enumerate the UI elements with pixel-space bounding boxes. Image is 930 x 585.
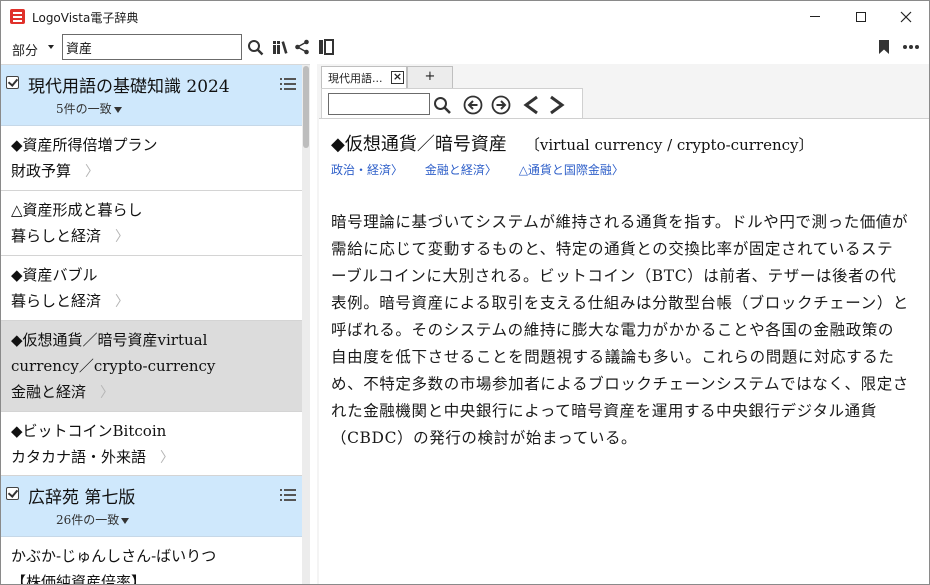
article-body: 暗号理論に基づいてシステムが維持される通貨を指す。ドルや円で測った価値が需給に応… bbox=[331, 213, 909, 447]
entry-title: かぶか‐じゅんしさん‐ばいりつ bbox=[11, 547, 217, 565]
category-link[interactable]: 政治・経済〉 bbox=[331, 163, 403, 177]
article-categories: 政治・経済〉 金融と経済〉 △通貨と国際金融〉 bbox=[331, 160, 917, 180]
close-icon bbox=[900, 11, 912, 22]
panel-layout-icon bbox=[319, 39, 334, 55]
find-button[interactable] bbox=[432, 95, 452, 115]
result-entry[interactable]: ◆資産バブル 暮らしと経済〉 bbox=[1, 256, 302, 321]
entry-category: 【株価純資産倍率】 bbox=[11, 573, 147, 585]
dictionary-title: 現代用語の基礎知識 2024 bbox=[28, 77, 230, 97]
result-entry[interactable]: △資産形成と暮らし 暮らしと経済〉 bbox=[1, 191, 302, 256]
chevron-right-icon: 〉 bbox=[115, 294, 130, 310]
dictionary-checkbox[interactable] bbox=[6, 76, 19, 89]
back-button[interactable] bbox=[520, 95, 542, 115]
title-bar: LogoVista電子辞典 bbox=[1, 1, 929, 32]
tab-dictionary[interactable]: 現代用語... × bbox=[321, 66, 407, 88]
tab-close-icon[interactable]: × bbox=[391, 71, 404, 84]
caret-down-icon bbox=[113, 106, 122, 113]
match-count-dropdown[interactable]: 26件の一致 bbox=[56, 511, 130, 528]
entry-category: 財政予算〉 bbox=[11, 162, 100, 180]
headword-english: 〔virtual currency / crypto-currency〕 bbox=[524, 136, 814, 154]
results-pane: 現代用語の基礎知識 2024 5件の一致 ◆資産所得倍増プラン 財政予算〉 △資… bbox=[1, 64, 310, 585]
circle-arrow-right-icon bbox=[491, 95, 511, 115]
dictionary-group-header[interactable]: 現代用語の基礎知識 2024 5件の一致 bbox=[1, 65, 302, 126]
more-dots-icon bbox=[903, 45, 919, 49]
window-title: LogoVista電子辞典 bbox=[32, 11, 139, 25]
maximize-icon bbox=[856, 11, 866, 22]
result-entry[interactable]: かぶか‐じゅんしさん‐ばいりつ 【株価純資産倍率】 bbox=[1, 537, 302, 585]
chevron-right-icon: 〉 bbox=[85, 164, 100, 180]
scrollbar-thumb[interactable] bbox=[303, 66, 309, 148]
entry-category: 暮らしと経済〉 bbox=[11, 227, 130, 245]
maximize-button[interactable] bbox=[838, 1, 884, 32]
new-tab-button[interactable]: + bbox=[407, 66, 453, 88]
entry-title: ◆資産所得倍増プラン bbox=[11, 136, 158, 154]
chevron-right-icon bbox=[550, 95, 565, 115]
magnifier-icon bbox=[247, 39, 263, 55]
minimize-button[interactable] bbox=[792, 1, 838, 32]
list-view-icon[interactable] bbox=[280, 489, 296, 501]
results-scrollbar[interactable] bbox=[302, 65, 310, 584]
library-button[interactable] bbox=[271, 37, 289, 57]
app-logo-icon bbox=[10, 9, 25, 24]
entry-title: △資産形成と暮らし bbox=[11, 201, 143, 219]
result-entry[interactable]: ◆ビットコインBitcoin カタカナ語・外来語〉 bbox=[1, 412, 302, 476]
chevron-right-icon: 〉 bbox=[100, 385, 115, 401]
main-toolbar: 部分 bbox=[1, 32, 929, 62]
article-headword: ◆仮想通貨／暗号資産 〔virtual currency / crypto-cur… bbox=[331, 132, 917, 158]
results-list[interactable]: 現代用語の基礎知識 2024 5件の一致 ◆資産所得倍増プラン 財政予算〉 △資… bbox=[1, 65, 302, 585]
entry-title: ◆仮想通貨／暗号資産virtual currency／crypto-curren… bbox=[11, 331, 216, 375]
magnifier-icon bbox=[433, 96, 451, 114]
chevron-right-icon: 〉 bbox=[115, 229, 130, 245]
match-count: 26件の一致 bbox=[56, 513, 120, 527]
chevron-left-icon bbox=[523, 95, 538, 115]
more-options-button[interactable] bbox=[901, 37, 921, 57]
entry-title: ◆ビットコインBitcoin bbox=[11, 422, 167, 440]
dictionary-checkbox[interactable] bbox=[6, 487, 19, 500]
circle-arrow-left-icon bbox=[463, 95, 483, 115]
search-input[interactable] bbox=[62, 34, 242, 60]
minimize-icon bbox=[810, 16, 820, 17]
tab-bar: 現代用語... × + bbox=[317, 64, 929, 88]
headword-text: ◆仮想通貨／暗号資産 bbox=[331, 134, 507, 155]
app-window: LogoVista電子辞典 部分 資産 現代用語の基礎知識 2024 5件の一致… bbox=[0, 0, 930, 585]
share-icon bbox=[295, 39, 309, 55]
books-icon bbox=[272, 41, 287, 54]
close-button[interactable] bbox=[883, 1, 929, 32]
find-in-page-input[interactable] bbox=[328, 93, 430, 115]
bookmark-icon bbox=[879, 40, 889, 54]
tab-label: 現代用語... bbox=[328, 72, 383, 85]
next-match-button[interactable] bbox=[490, 95, 512, 115]
layout-toggle-button[interactable] bbox=[317, 37, 335, 57]
category-link[interactable]: 金融と経済〉 bbox=[425, 163, 497, 177]
dictionary-title: 広辞苑 第七版 bbox=[28, 488, 136, 508]
entry-category: 暮らしと経済〉 bbox=[11, 292, 130, 310]
dictionary-group-header[interactable]: 広辞苑 第七版 26件の一致 bbox=[1, 476, 302, 537]
bookmark-button[interactable] bbox=[877, 37, 891, 57]
share-button[interactable] bbox=[293, 37, 311, 57]
result-entry[interactable]: ◆資産所得倍増プラン 財政予算〉 bbox=[1, 126, 302, 191]
entry-category: 金融と経済〉 bbox=[11, 383, 115, 401]
match-count-dropdown[interactable]: 5件の一致 bbox=[56, 100, 122, 117]
chevron-down-icon[interactable] bbox=[48, 45, 54, 49]
article-toolbar bbox=[321, 88, 583, 118]
entry-category: カタカナ語・外来語〉 bbox=[11, 448, 175, 466]
list-view-icon[interactable] bbox=[280, 78, 296, 90]
article-pane: 現代用語... × + ◆仮想通貨／暗号資産 〔virtual currency… bbox=[317, 64, 929, 584]
article-content: ◆仮想通貨／暗号資産 〔virtual currency / crypto-cur… bbox=[319, 118, 929, 584]
pane-splitter[interactable] bbox=[310, 64, 317, 584]
chevron-right-icon: 〉 bbox=[160, 450, 175, 466]
previous-match-button[interactable] bbox=[462, 95, 484, 115]
caret-down-icon bbox=[121, 517, 130, 524]
search-mode-dropdown[interactable]: 部分 bbox=[12, 40, 38, 59]
match-count: 5件の一致 bbox=[56, 102, 112, 116]
result-entry-selected[interactable]: ◆仮想通貨／暗号資産virtual currency／crypto-curren… bbox=[1, 321, 302, 412]
entry-title: ◆資産バブル bbox=[11, 266, 98, 284]
forward-button[interactable] bbox=[546, 95, 568, 115]
search-button[interactable] bbox=[246, 37, 264, 57]
category-link[interactable]: △通貨と国際金融〉 bbox=[519, 163, 624, 177]
